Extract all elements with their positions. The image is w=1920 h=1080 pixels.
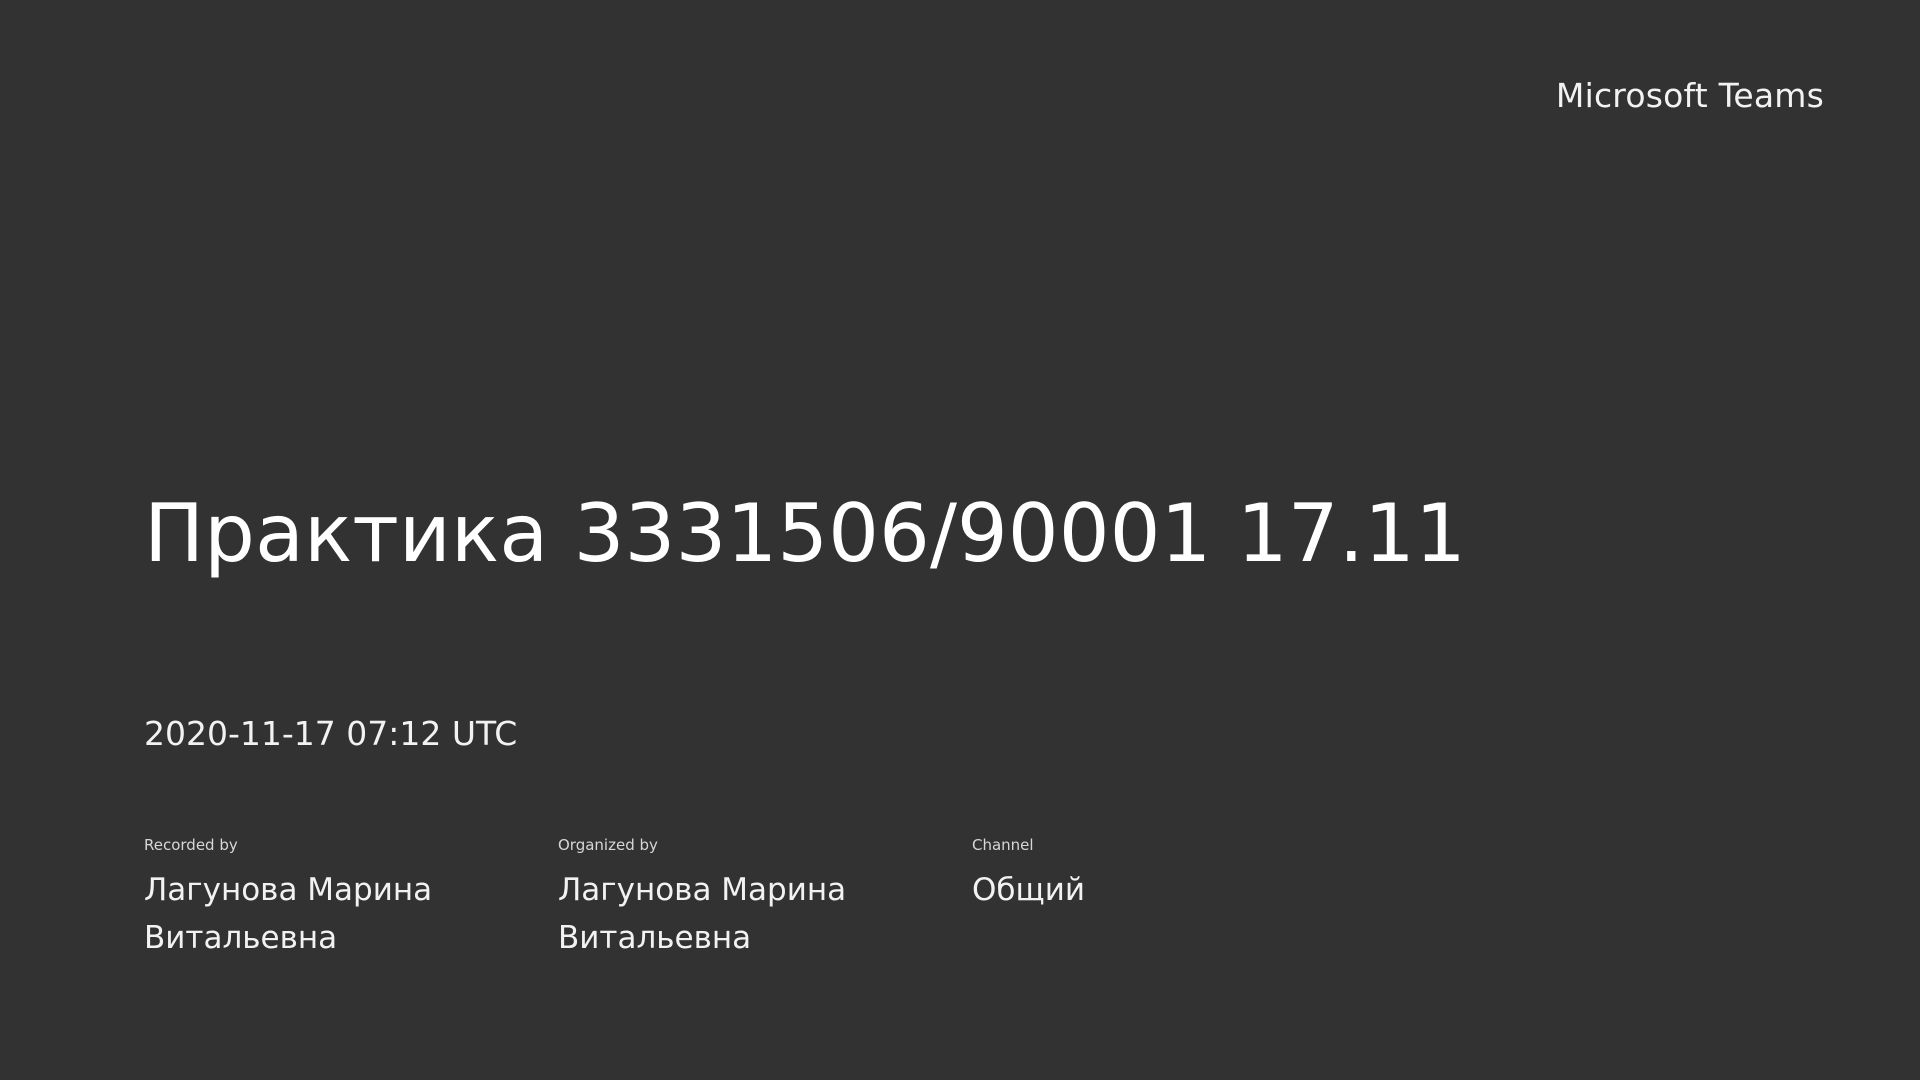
meeting-datetime: 2020-11-17 07:12 UTC (144, 714, 518, 753)
organized-by-name-line1: Лагунова Марина (558, 872, 847, 908)
organized-by-label: Organized by (558, 836, 658, 854)
meeting-title-screen: Microsoft Teams Практика 3331506/90001 1… (0, 0, 1920, 1080)
recorded-by-name-line2: Витальевна (144, 920, 338, 956)
recorded-by-name-line1: Лагунова Марина (144, 872, 433, 908)
recorded-by-value: Лагунова Марина Витальевна (144, 866, 474, 962)
organized-by-section: Organized by Лагунова Марина Витальевна (558, 836, 888, 962)
channel-value: Общий (972, 872, 1086, 908)
organized-by-value: Лагунова Марина Витальевна (558, 866, 888, 962)
organized-by-name-line2: Витальевна (558, 920, 752, 956)
channel-label: Channel (972, 836, 1034, 854)
recorded-by-label: Recorded by (144, 836, 238, 854)
recorded-by-section: Recorded by Лагунова Марина Витальевна (144, 836, 474, 962)
channel-section: Channel Общий (972, 836, 1302, 914)
meeting-title: Практика 3331506/90001 17.11 (144, 487, 1466, 580)
brand-label: Microsoft Teams (1555, 76, 1824, 115)
